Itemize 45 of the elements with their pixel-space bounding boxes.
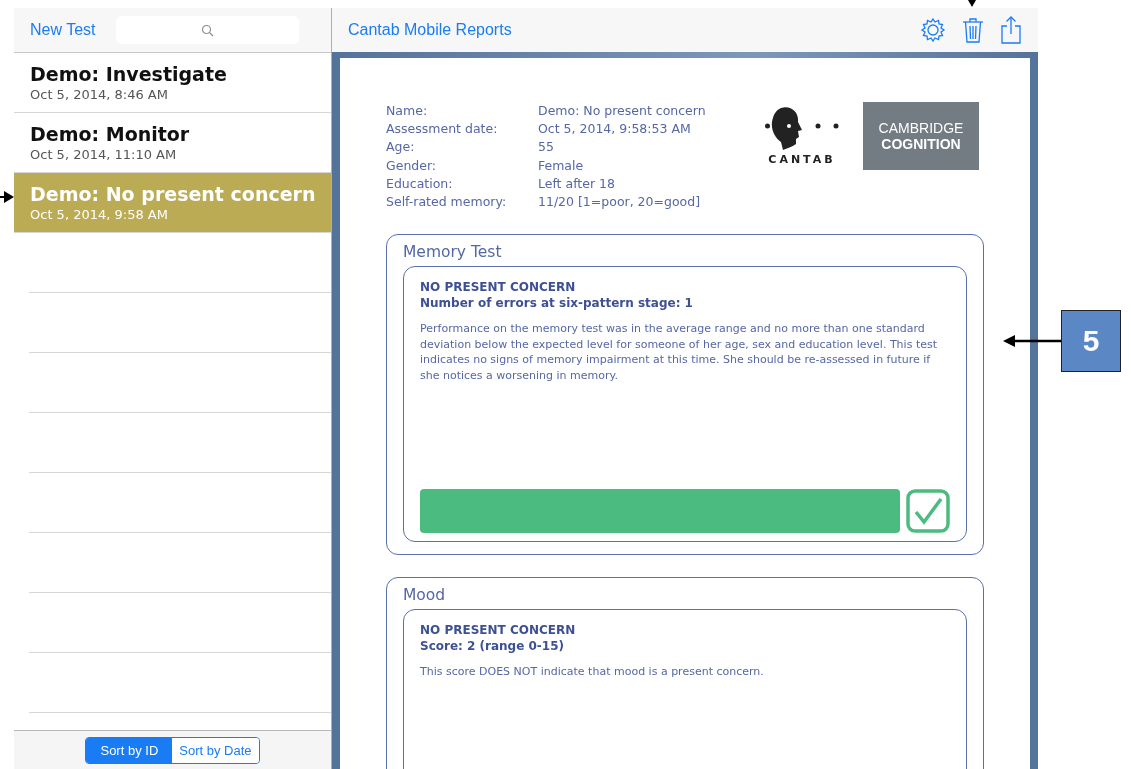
item-date: Oct 5, 2014, 11:10 AM (30, 147, 178, 162)
result-description: Performance on the memory test was in the average range and no more than one standard deviation below the expected level for someone of her age, sex and education level. This test indicates no signs of memory impairment at this time. She should be re-assessed in future if she notices a worsening in memory. (420, 321, 938, 384)
brand-text: CAMBRIDGE (878, 120, 964, 136)
item-title: Demo: Monitor (30, 123, 191, 145)
detail-value: Oct 5, 2014, 9:58:53 AM (538, 120, 692, 139)
search-field[interactable] (115, 16, 299, 44)
report-list-item[interactable]: Demo: Investigate Oct 5, 2014, 8:46 AM (14, 53, 331, 113)
logo-text: CANTAB (768, 153, 836, 166)
detail-value: 11/20 [1=poor, 20=good] (538, 193, 702, 211)
report-list-item[interactable]: Demo: No present concern Oct 5, 2014, 9:58 AM (14, 173, 331, 233)
score-text: Score: 2 (range 0-15) (420, 638, 566, 655)
detail-label: Self-rated memory: (386, 193, 508, 211)
brand-text: COGNITION (881, 136, 961, 152)
detail-label: Gender: (386, 156, 438, 175)
annotation-arrow (968, 0, 976, 7)
detail-value: Female (538, 156, 585, 175)
window-title: Cantab Mobile Reports (348, 21, 512, 39)
verdict-text: NO PRESENT CONCERN (420, 279, 577, 296)
detail-label: Name: (386, 102, 429, 120)
detail-label: Age: (386, 138, 416, 157)
new-test-button[interactable]: New Test (30, 21, 96, 39)
settings-icon[interactable] (920, 17, 946, 43)
section-title: Memory Test (403, 243, 503, 262)
section-title: Mood (403, 586, 447, 605)
sort-tab[interactable]: Sort by ID (86, 737, 173, 763)
item-title: Demo: No present concern (30, 183, 317, 205)
head-logo-icon (765, 106, 839, 150)
item-title: Demo: Investigate (30, 63, 228, 85)
annotation-arrow (0, 191, 14, 203)
score-text: Number of errors at six-pattern stage: 1 (420, 295, 694, 312)
item-date: Oct 5, 2014, 8:46 AM (30, 87, 169, 102)
annotation-arrow (1003, 335, 1061, 347)
detail-label: Education: (386, 174, 454, 193)
detail-value: Left after 18 (538, 174, 616, 193)
item-date: Oct 5, 2014, 9:58 AM (30, 207, 169, 222)
detail-label: Assessment date: (386, 120, 499, 139)
share-icon[interactable] (1000, 16, 1022, 44)
detail-value: 55 (538, 138, 555, 157)
sort-tab[interactable]: Sort by Date (172, 737, 259, 763)
search-icon (200, 23, 214, 37)
callout-number: 5 (1061, 310, 1121, 372)
trash-icon[interactable] (962, 17, 984, 43)
detail-value: Demo: No present concern (538, 102, 707, 120)
verdict-text: NO PRESENT CONCERN (420, 622, 577, 639)
result-description: This score DOES NOT indicate that mood is a present concern. (420, 664, 765, 681)
